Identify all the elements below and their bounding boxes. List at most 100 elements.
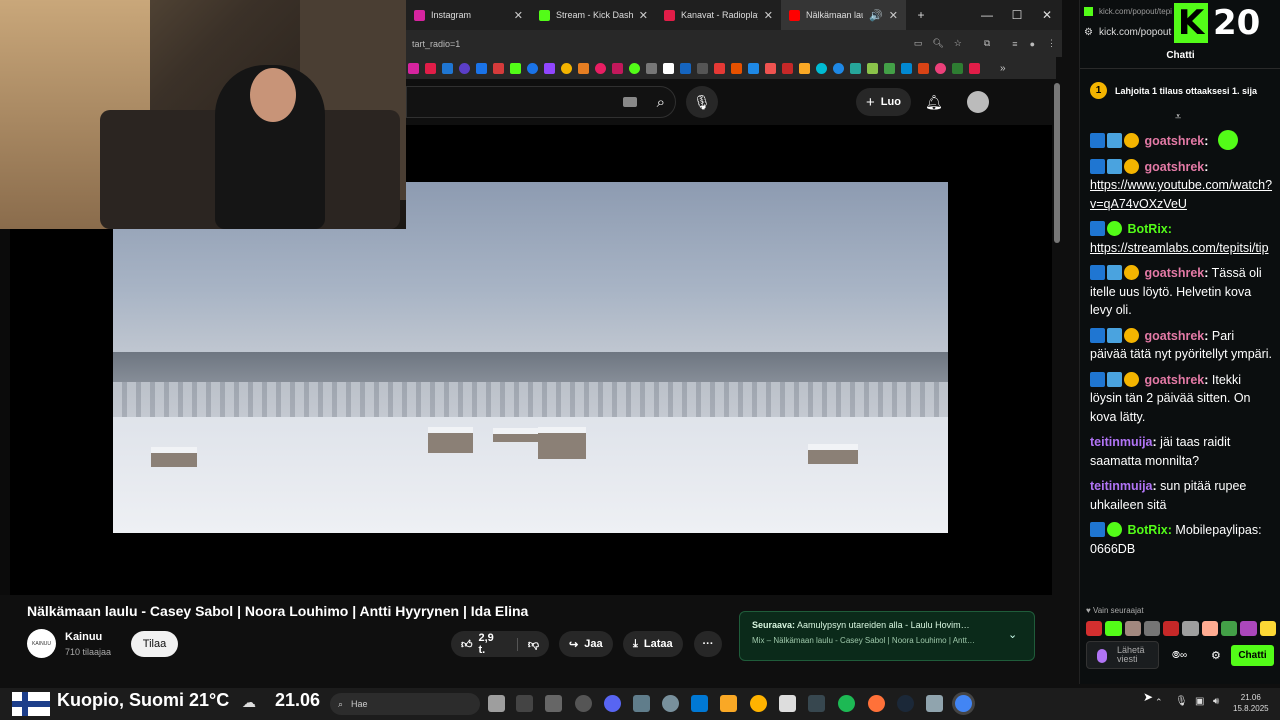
spotify-icon[interactable] bbox=[838, 695, 855, 712]
chevron-up-icon[interactable]: ⌃ bbox=[1155, 697, 1163, 708]
up-next-panel[interactable]: Seuraava: Aamulypsyn utareiden alla - La… bbox=[739, 611, 1035, 661]
app-icon[interactable] bbox=[779, 695, 796, 712]
keyboard-icon[interactable] bbox=[622, 97, 637, 107]
bookmark-icon[interactable] bbox=[816, 62, 827, 74]
bookmark-icon[interactable] bbox=[408, 62, 419, 74]
profile-icon[interactable]: ● bbox=[1030, 39, 1035, 49]
bookmark-icon[interactable] bbox=[527, 62, 538, 74]
bookmark-icon[interactable] bbox=[595, 62, 606, 74]
create-button[interactable]: + Luo bbox=[856, 88, 911, 116]
thumbs-up-icon[interactable]: 👍︎ bbox=[461, 638, 473, 651]
download-button[interactable]: ⤓ Lataa bbox=[623, 631, 683, 657]
chat-username[interactable]: goatshrek bbox=[1144, 134, 1204, 148]
bookmark-icon[interactable] bbox=[425, 62, 436, 74]
bookmark-icon[interactable] bbox=[544, 62, 555, 74]
address-bar[interactable]: tart_radio=1 ▭ 🔍︎ ☆ ⧉ ≡ ● ⋮ bbox=[406, 30, 1062, 57]
bookmark-icon[interactable] bbox=[476, 62, 487, 74]
chat-message-input[interactable]: Lähetä viesti bbox=[1086, 641, 1159, 669]
chat-message[interactable]: BotRix: Mobilepaylipas: 0666DB bbox=[1090, 521, 1274, 558]
bookmark-icon[interactable] bbox=[782, 62, 793, 74]
like-count[interactable]: 2,9 t. bbox=[479, 632, 503, 656]
new-tab-icon[interactable]: + bbox=[906, 8, 936, 22]
emote-icon[interactable] bbox=[1163, 621, 1180, 636]
app-icon[interactable] bbox=[750, 695, 767, 712]
bookmark-star-icon[interactable]: ☆ bbox=[954, 38, 962, 49]
emote-icon[interactable] bbox=[1259, 621, 1276, 636]
scrollbar[interactable] bbox=[1054, 83, 1060, 243]
chat-username[interactable]: goatshrek bbox=[1144, 160, 1204, 174]
bookmark-icon[interactable] bbox=[901, 62, 912, 74]
emote-icon[interactable] bbox=[1221, 621, 1238, 636]
pinned-icon[interactable]: ⩡ bbox=[1175, 111, 1181, 124]
discord-icon[interactable] bbox=[604, 695, 621, 712]
app-icon[interactable] bbox=[808, 695, 825, 712]
search-input[interactable]: ⌕ bbox=[406, 86, 676, 118]
chat-username[interactable]: goatshrek bbox=[1144, 373, 1204, 387]
emote-icon[interactable] bbox=[1182, 621, 1199, 636]
chat-link[interactable]: https://streamlabs.com/tepitsi/tip bbox=[1090, 241, 1269, 255]
calculator-icon[interactable] bbox=[633, 695, 650, 712]
search-icon[interactable]: ⌕ bbox=[657, 94, 665, 111]
emote-icon[interactable] bbox=[1105, 621, 1122, 636]
emote-icon[interactable] bbox=[1240, 621, 1257, 636]
taskbar-search-input[interactable]: ⌕ Hae bbox=[330, 693, 480, 715]
channel-name[interactable]: Kainuu bbox=[65, 631, 102, 643]
chat-message[interactable]: goatshrek: bbox=[1090, 130, 1274, 151]
bookmark-icon[interactable] bbox=[765, 62, 776, 74]
firefox-icon[interactable] bbox=[868, 695, 885, 712]
bookmark-icon[interactable] bbox=[697, 62, 708, 74]
outlook-icon[interactable] bbox=[691, 695, 708, 712]
chat-username[interactable]: goatshrek bbox=[1144, 329, 1204, 343]
settings-icon[interactable] bbox=[662, 695, 679, 712]
bookmark-icon[interactable] bbox=[731, 62, 742, 74]
share-button[interactable]: ↪ Jaa bbox=[559, 631, 613, 657]
bookmark-icon[interactable] bbox=[629, 62, 640, 74]
chat-message[interactable]: goatshrek: https://www.youtube.com/watch… bbox=[1090, 158, 1274, 214]
chrome-icon[interactable] bbox=[955, 695, 972, 712]
volume-icon[interactable]: 🔊︎ bbox=[1213, 696, 1219, 707]
system-clock[interactable]: 21.06 15.8.2025 bbox=[1233, 692, 1269, 714]
tab-kick-dashboard[interactable]: Stream - Kick Dashbo ✕ bbox=[531, 0, 656, 30]
bookmark-icon[interactable] bbox=[867, 62, 878, 74]
bookmark-icon[interactable] bbox=[612, 62, 623, 74]
bookmark-icon[interactable] bbox=[578, 62, 589, 74]
emote-icon[interactable] bbox=[1201, 621, 1219, 636]
channel-avatar[interactable]: KAINUU bbox=[27, 629, 56, 658]
emoji-picker-icon[interactable] bbox=[1097, 649, 1107, 663]
close-window-icon[interactable]: ✕ bbox=[1032, 8, 1062, 22]
bookmark-icon[interactable] bbox=[646, 62, 657, 74]
chat-message[interactable]: goatshrek: Tässä oli itelle uus löytö. H… bbox=[1090, 264, 1274, 320]
close-icon[interactable]: ✕ bbox=[514, 9, 523, 22]
emote-menu-icon[interactable]: ⦾∞ bbox=[1172, 650, 1187, 661]
bookmark-icon[interactable] bbox=[561, 62, 572, 74]
chat-send-button[interactable]: Chatti bbox=[1231, 645, 1274, 666]
close-icon[interactable]: ✕ bbox=[889, 9, 898, 22]
steam-icon[interactable] bbox=[897, 695, 914, 712]
more-actions-button[interactable]: ··· bbox=[694, 631, 722, 657]
emote-icon[interactable] bbox=[1124, 621, 1141, 636]
bookmark-icon[interactable] bbox=[510, 62, 521, 74]
chat-link[interactable]: https://www.youtube.com/watch?v=qA74vOXz… bbox=[1090, 178, 1272, 211]
bookmark-icon[interactable] bbox=[663, 62, 674, 74]
bookmark-icon[interactable] bbox=[952, 62, 963, 74]
bookmark-icon[interactable] bbox=[918, 62, 929, 74]
thumbs-down-icon[interactable]: 👎︎ bbox=[516, 637, 539, 651]
weather-widget[interactable]: Kuopio, Suomi 21°C bbox=[57, 690, 229, 711]
speaker-icon[interactable]: 🔊 bbox=[869, 9, 883, 22]
cast-icon[interactable]: ▭ bbox=[914, 38, 923, 49]
bookmark-icon[interactable] bbox=[714, 62, 725, 74]
emote-icon[interactable] bbox=[1143, 621, 1161, 636]
bookmark-icon[interactable] bbox=[459, 62, 470, 74]
chevron-down-icon[interactable]: ⌄ bbox=[1008, 628, 1017, 641]
bookmark-icon[interactable] bbox=[969, 62, 980, 74]
obs-icon[interactable] bbox=[575, 695, 592, 712]
app-icon[interactable] bbox=[926, 695, 943, 712]
chat-message[interactable]: BotRix: https://streamlabs.com/tepitsi/t… bbox=[1090, 220, 1274, 257]
emote-icon[interactable] bbox=[1086, 621, 1103, 636]
tab-instagram[interactable]: Instagram ✕ bbox=[406, 0, 531, 30]
tab-radioplayer[interactable]: Kanavat - Radioplayer ✕ bbox=[656, 0, 781, 30]
chat-username[interactable]: teitinmuija bbox=[1090, 479, 1153, 493]
bookmark-icon[interactable] bbox=[493, 62, 504, 74]
extensions-icon[interactable]: ⧉ bbox=[984, 38, 990, 49]
chat-username[interactable]: goatshrek bbox=[1144, 266, 1204, 280]
